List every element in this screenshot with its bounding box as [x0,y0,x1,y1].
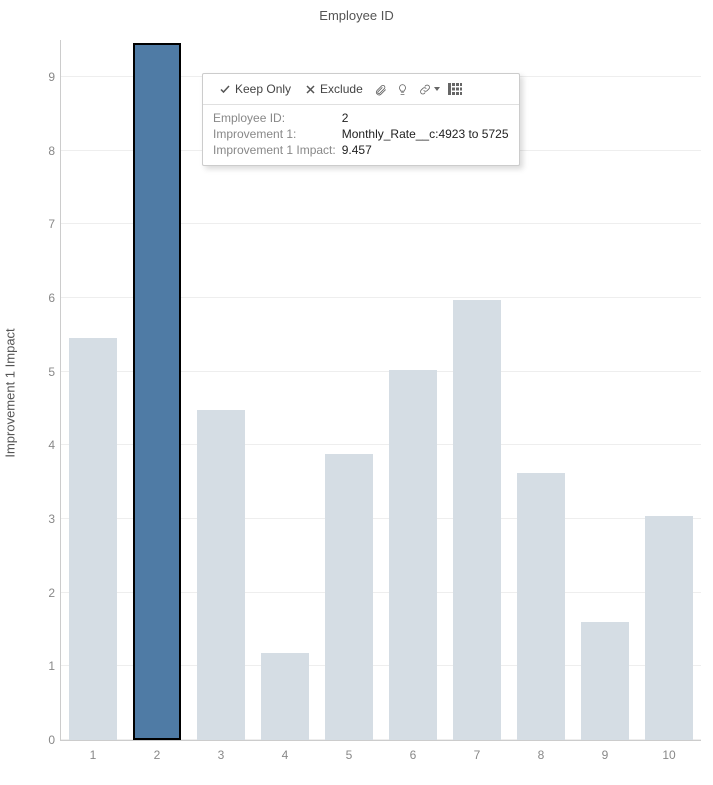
tooltip-body: Employee ID: 2 Improvement 1: Monthly_Ra… [203,105,519,165]
x-icon [305,84,316,95]
view-data-icon[interactable] [445,80,465,98]
bar[interactable] [517,473,565,740]
y-tick-label: 0 [31,733,55,747]
y-tick-label: 9 [31,70,55,84]
tooltip-row-value: 9.457 [342,143,509,157]
tooltip-row-value: 2 [342,111,509,125]
x-tick-label: 7 [445,748,509,762]
x-tick-label: 9 [573,748,637,762]
exclude-label: Exclude [320,82,363,96]
chart-title: Employee ID [0,8,713,23]
bar[interactable] [389,370,437,740]
tooltip-row-label: Employee ID: [213,111,336,125]
bar[interactable] [261,653,309,740]
attachment-icon[interactable] [371,80,391,98]
bar[interactable] [133,43,181,740]
keep-only-label: Keep Only [235,82,291,96]
chevron-down-icon [434,87,440,91]
x-tick-label: 1 [61,748,125,762]
bar[interactable] [645,516,693,740]
check-icon [219,83,231,95]
tooltip-row-label: Improvement 1: [213,127,336,141]
y-tick-label: 2 [31,586,55,600]
tooltip-toolbar: Keep Only Exclude [203,74,519,105]
y-tick-label: 3 [31,512,55,526]
y-tick-label: 1 [31,659,55,673]
x-tick-label: 4 [253,748,317,762]
x-tick-label: 8 [509,748,573,762]
x-tick-label: 6 [381,748,445,762]
lightbulb-icon[interactable] [393,80,413,98]
x-tick-label: 10 [637,748,701,762]
bar[interactable] [453,300,501,740]
y-tick-label: 8 [31,144,55,158]
link-dropdown-icon[interactable] [415,80,443,98]
tooltip-row-label: Improvement 1 Impact: [213,143,336,157]
bar[interactable] [581,622,629,740]
y-tick-label: 7 [31,217,55,231]
bar[interactable] [69,338,117,740]
tooltip-row-value: Monthly_Rate__c:4923 to 5725 [342,127,509,141]
bar[interactable] [197,410,245,740]
x-tick-label: 5 [317,748,381,762]
x-tick-label: 3 [189,748,253,762]
y-tick-label: 5 [31,365,55,379]
x-tick-label: 2 [125,748,189,762]
y-axis-label: Improvement 1 Impact [3,328,18,457]
y-tick-label: 4 [31,438,55,452]
tooltip: Keep Only Exclude [202,73,520,166]
keep-only-button[interactable]: Keep Only [213,80,297,98]
exclude-button[interactable]: Exclude [299,80,369,98]
bar[interactable] [325,454,373,740]
y-tick-label: 6 [31,291,55,305]
